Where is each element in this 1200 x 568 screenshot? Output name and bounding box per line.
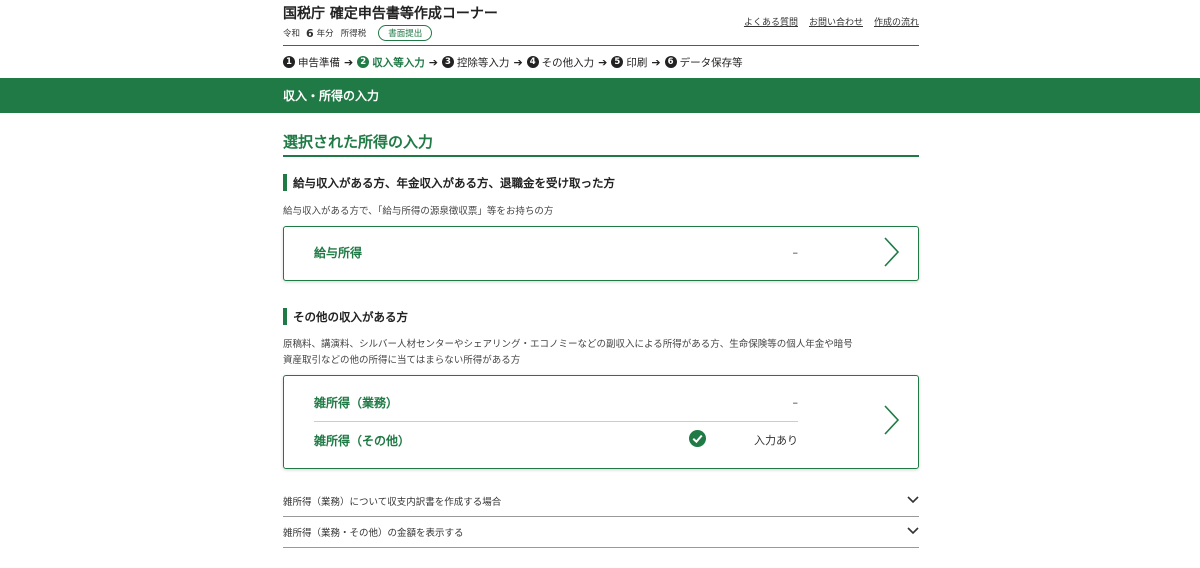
step-number: 5 <box>611 56 624 68</box>
heading-bar <box>283 308 287 325</box>
accordion-business-statement[interactable]: 雑所得（業務）について収支内訳書を作成する場合 <box>283 486 919 517</box>
step-number: 1 <box>283 56 295 68</box>
progress-steps: 1 申告準備 ➔ 2 収入等入力 ➔ 3 控除等入力 ➔ 4 その他入力 ➔ 5 印刷 ➔… <box>283 46 919 78</box>
heading-bar <box>283 174 287 191</box>
misc-income-other-row: 雑所得（その他） 入力あり <box>314 421 798 458</box>
salary-income-status: – <box>678 246 799 259</box>
misc-income-other-status: 入力あり <box>754 434 798 447</box>
section-title: 選択された所得の入力 <box>283 131 919 157</box>
step-other-input: 4 その他入力 <box>526 55 595 70</box>
salary-group-description: 給与収入がある方で、「給与所得の源泉徴収票」等をお持ちの方 <box>283 206 554 217</box>
step-arrow-icon: ➔ <box>651 55 661 69</box>
step-income-input: 2 収入等入力 <box>357 55 425 70</box>
other-group-description-line1: 原稿料、講演料、シルバー人材センターやシェアリング・エコノミーなどの副収入による… <box>283 339 853 350</box>
step-arrow-icon: ➔ <box>428 55 438 69</box>
step-label: 収入等入力 <box>372 56 425 69</box>
step-label: データ保存等 <box>679 56 743 69</box>
step-print: 5 印刷 <box>611 55 647 70</box>
misc-income-business-row: 雑所得（業務） – <box>314 384 798 421</box>
step-label: その他入力 <box>541 56 595 69</box>
step-number: 2 <box>357 56 370 68</box>
step-number: 3 <box>441 56 454 68</box>
tax-year-line: 令和 6 年分 所得税 書面提出 <box>283 25 433 41</box>
other-group-description-line2: 資産取引などの他の所得に当てはまらない所得がある方 <box>283 355 521 366</box>
main-content: 選択された所得の入力 給与収入がある方、年金収入がある方、退職金を受け取った方 … <box>283 131 919 548</box>
misc-income-business-status: – <box>678 396 799 409</box>
tax-year: 6 <box>306 26 314 40</box>
step-preparation: 1 申告準備 <box>283 55 340 70</box>
contact-link[interactable]: お問い合わせ <box>809 15 863 28</box>
flow-link[interactable]: 作成の流れ <box>874 15 919 28</box>
page-header-area: 国税庁 確定申告書等作成コーナー 令和 6 年分 所得税 書面提出 よくある質問… <box>283 0 919 78</box>
step-label: 申告準備 <box>298 56 340 69</box>
other-group-description: 原稿料、講演料、シルバー人材センターやシェアリング・エコノミーなどの副収入による… <box>283 337 919 369</box>
accordion-label: 雑所得（業務）について収支内訳書を作成する場合 <box>283 497 502 508</box>
salary-income-row: 給与所得 – <box>314 234 798 271</box>
step-number: 4 <box>526 56 539 68</box>
step-label: 控除等入力 <box>456 56 510 69</box>
header-links: よくある質問 お問い合わせ 作成の流れ <box>744 15 919 28</box>
other-group-heading-text: その他の収入がある方 <box>293 309 408 324</box>
step-label: 印刷 <box>626 56 648 69</box>
accordion-label: 雑所得（業務・その他）の金額を表示する <box>283 528 464 539</box>
check-circle-icon <box>689 429 706 451</box>
status-dash: – <box>792 246 799 259</box>
step-arrow-icon: ➔ <box>344 55 354 69</box>
misc-income-business-label: 雑所得（業務） <box>314 396 399 410</box>
salary-group-heading: 給与収入がある方、年金収入がある方、退職金を受け取った方 <box>283 174 919 191</box>
step-deduction-input: 3 控除等入力 <box>441 55 510 70</box>
site-title: 国税庁 確定申告書等作成コーナー <box>283 6 498 22</box>
step-arrow-icon: ➔ <box>513 55 523 69</box>
misc-income-other-label: 雑所得（その他） <box>314 433 411 448</box>
chevron-down-icon <box>907 495 919 507</box>
year-unit: 年分 <box>316 29 334 39</box>
step-number: 6 <box>664 56 677 68</box>
salary-income-card[interactable]: 給与所得 – <box>283 226 919 281</box>
step-save-data: 6 データ保存等 <box>664 55 743 70</box>
status-dash: – <box>792 396 799 409</box>
chevron-right-icon <box>882 236 900 272</box>
accordion-show-amounts[interactable]: 雑所得（業務・その他）の金額を表示する <box>283 517 919 548</box>
era-label: 令和 <box>283 29 301 39</box>
chevron-down-icon <box>907 526 919 538</box>
other-group-heading: その他の収入がある方 <box>283 308 919 325</box>
salary-group-heading-text: 給与収入がある方、年金収入がある方、退職金を受け取った方 <box>293 175 615 190</box>
page-band: 収入・所得の入力 <box>0 78 1200 113</box>
tax-type: 所得税 <box>340 29 367 39</box>
site-header: 国税庁 確定申告書等作成コーナー 令和 6 年分 所得税 書面提出 よくある質問… <box>283 0 919 46</box>
page-band-title: 収入・所得の入力 <box>283 89 380 103</box>
misc-income-card[interactable]: 雑所得（業務） – 雑所得（その他） 入力あり <box>283 375 919 469</box>
step-arrow-icon: ➔ <box>598 55 608 69</box>
chevron-right-icon <box>882 404 900 440</box>
faq-link[interactable]: よくある質問 <box>744 15 798 28</box>
salary-income-label: 給与所得 <box>314 246 363 260</box>
submission-method-badge: 書面提出 <box>378 25 433 41</box>
